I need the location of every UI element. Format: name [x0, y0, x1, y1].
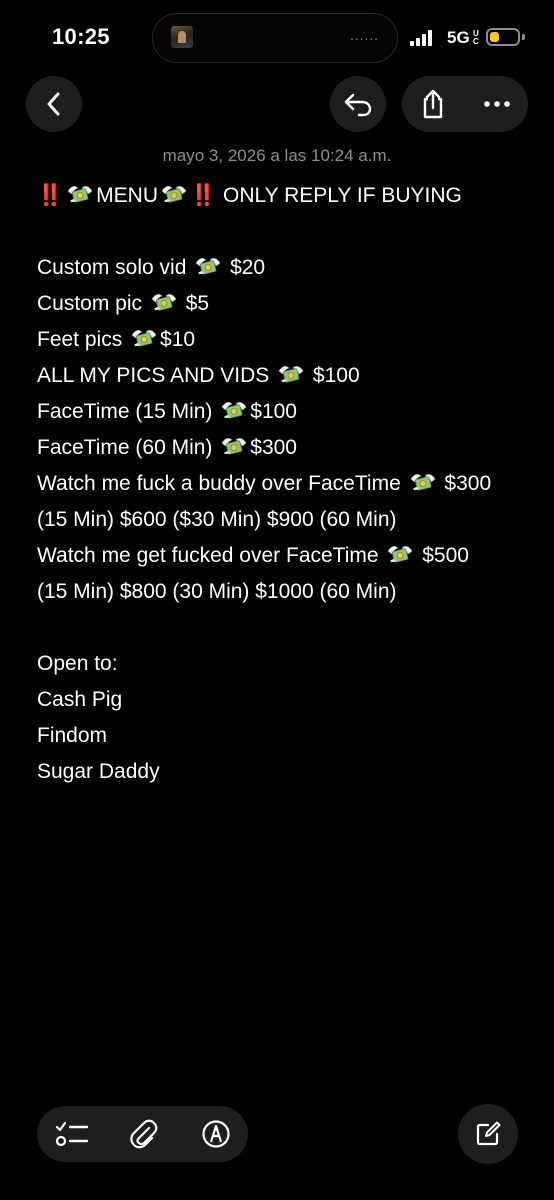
- network-subtype-text: UC: [473, 29, 479, 46]
- menu-item-price: $5: [179, 292, 210, 315]
- money-with-wings-icon: [67, 186, 93, 203]
- open-to-item: Sugar Daddy: [37, 760, 160, 783]
- menu-item-price: $100: [307, 364, 360, 387]
- menu-item-line: Custom pic $5: [37, 286, 537, 322]
- open-to-item: Findom: [37, 724, 108, 747]
- markup-button[interactable]: [181, 1106, 251, 1162]
- price-list: Custom solo vid $20 Custom pic $5 Feet pic…: [37, 250, 537, 610]
- menu-label: MENU: [96, 184, 158, 207]
- menu-item-text: Feet pics: [37, 328, 129, 351]
- menu-item-text: Custom solo vid: [37, 256, 193, 279]
- menu-item-line: Watch me get fucked over FaceTime $500: [37, 538, 537, 574]
- menu-item-text: (15 Min) $800 (30 Min) $1000 (60 Min): [37, 580, 397, 603]
- cellular-signal-icon: [410, 30, 434, 46]
- money-with-wings-icon: [221, 438, 247, 455]
- menu-item-line: FaceTime (15 Min) $100: [37, 394, 537, 430]
- battery-level: [490, 32, 499, 42]
- compose-button[interactable]: [458, 1104, 518, 1164]
- back-button[interactable]: [26, 76, 82, 132]
- open-to-item: Cash Pig: [37, 688, 123, 711]
- menu-item-line: ALL MY PICS AND VIDS $100: [37, 358, 537, 394]
- menu-item-line: FaceTime (60 Min) $300: [37, 430, 537, 466]
- menu-item-price: $20: [224, 256, 266, 279]
- actions-pill: [402, 76, 528, 132]
- battery-cap: [522, 34, 525, 40]
- menu-item-text: FaceTime (15 Min): [37, 400, 219, 423]
- money-with-wings-icon: [195, 258, 221, 275]
- double-exclamation-icon: ‼️: [190, 184, 216, 207]
- menu-item-price: $10: [160, 328, 196, 351]
- double-exclamation-icon: ‼️: [37, 184, 63, 207]
- now-playing-artwork: [171, 26, 193, 48]
- menu-item-text: Custom pic: [37, 292, 148, 315]
- menu-item-text: (15 Min) $600 ($30 Min) $900 (60 Min): [37, 508, 397, 531]
- money-with-wings-icon: [161, 186, 187, 203]
- more-button[interactable]: [466, 76, 528, 132]
- menu-item-price: $300: [250, 436, 297, 459]
- share-icon: [423, 89, 443, 119]
- money-with-wings-icon: [410, 474, 435, 491]
- menu-item-price: $300: [438, 472, 492, 495]
- menu-instructions: ONLY REPLY IF BUYING: [217, 184, 462, 207]
- money-with-wings-icon: [278, 366, 304, 383]
- menu-item-text: ALL MY PICS AND VIDS: [37, 364, 276, 387]
- network-type: 5G: [447, 28, 470, 47]
- dynamic-island[interactable]: ......: [152, 13, 398, 63]
- chevron-left-icon: [47, 92, 60, 116]
- audio-activity-indicator: ......: [350, 29, 379, 43]
- menu-item-line: Custom solo vid $20: [37, 250, 537, 286]
- undo-button[interactable]: [330, 76, 386, 132]
- menu-item-line: (15 Min) $800 (30 Min) $1000 (60 Min): [37, 574, 537, 610]
- note-header-line: ‼️ MENU ‼️ ONLY REPLY IF BUYING: [37, 178, 537, 214]
- note-body[interactable]: ‼️ MENU ‼️ ONLY REPLY IF BUYING Custom sol…: [37, 178, 537, 790]
- open-to-label: Open to:: [37, 652, 118, 675]
- note-date: mayo 3, 2026 a las 10:24 a.m.: [162, 146, 392, 165]
- menu-item-line: Feet pics $10: [37, 322, 537, 358]
- undo-icon: [344, 93, 372, 117]
- money-with-wings-icon: [221, 402, 247, 419]
- menu-item-price: $100: [250, 400, 297, 423]
- money-with-wings-icon: [151, 294, 177, 311]
- money-with-wings-icon: [131, 330, 157, 347]
- money-with-wings-icon: [388, 546, 413, 563]
- checklist-button[interactable]: [37, 1106, 107, 1162]
- menu-item-text: Watch me get fucked over FaceTime: [37, 544, 385, 567]
- paperclip-icon: [130, 1119, 158, 1149]
- markup-pen-icon: [202, 1120, 230, 1148]
- checklist-icon: [55, 1121, 89, 1147]
- network-subtype: UC: [473, 30, 480, 46]
- menu-item-text: FaceTime (60 Min): [37, 436, 219, 459]
- menu-item-line: Watch me fuck a buddy over FaceTime $300: [37, 466, 537, 502]
- compose-icon: [476, 1121, 501, 1146]
- attachment-button[interactable]: [109, 1106, 179, 1162]
- bottom-toolbar: [37, 1106, 248, 1162]
- battery-icon: [486, 28, 520, 46]
- menu-item-line: (15 Min) $600 ($30 Min) $900 (60 Min): [37, 502, 537, 538]
- ellipsis-icon: [484, 101, 510, 107]
- menu-item-price: $500: [416, 544, 469, 567]
- menu-item-text: Watch me fuck a buddy over FaceTime: [37, 472, 407, 495]
- status-time: 10:25: [52, 24, 110, 49]
- share-button[interactable]: [402, 76, 464, 132]
